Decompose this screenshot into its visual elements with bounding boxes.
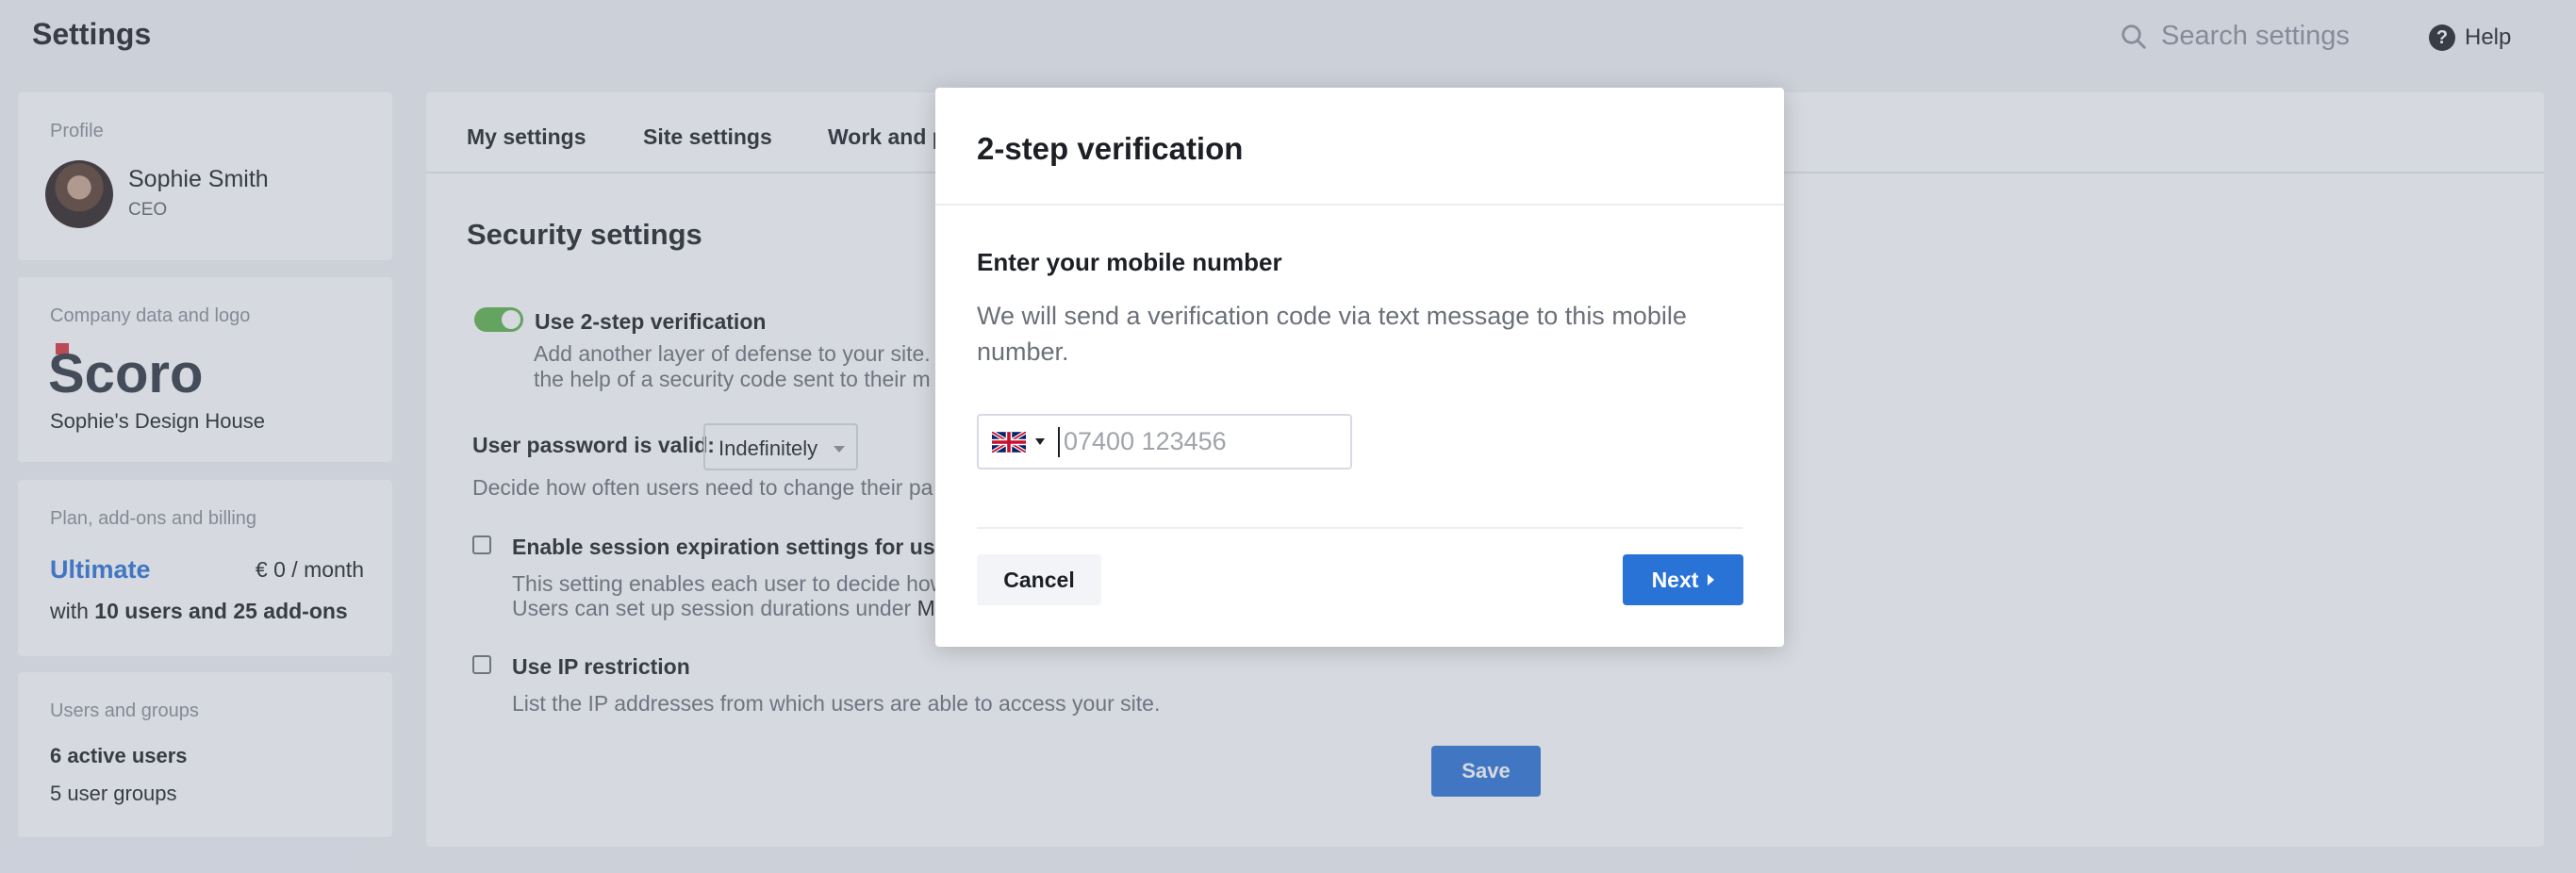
dialog-divider: [935, 204, 1784, 206]
chevron-right-icon: [1708, 574, 1715, 585]
next-label: Next: [1651, 567, 1699, 592]
chevron-down-icon: [1035, 438, 1045, 445]
dialog-title: 2-step verification: [977, 131, 1244, 166]
phone-field: [977, 414, 1352, 469]
two-step-verification-dialog: 2-step verification Enter your mobile nu…: [935, 88, 1784, 647]
phone-input[interactable]: [1058, 426, 1331, 457]
uk-flag-icon: [992, 431, 1026, 453]
next-button[interactable]: Next: [1623, 554, 1743, 605]
dialog-description: We will send a verification code via tex…: [977, 302, 1687, 366]
dialog-footer-divider: [977, 527, 1742, 529]
dialog-heading: Enter your mobile number: [977, 248, 1282, 276]
country-code-select[interactable]: [979, 431, 1058, 453]
cancel-button[interactable]: Cancel: [977, 554, 1101, 605]
